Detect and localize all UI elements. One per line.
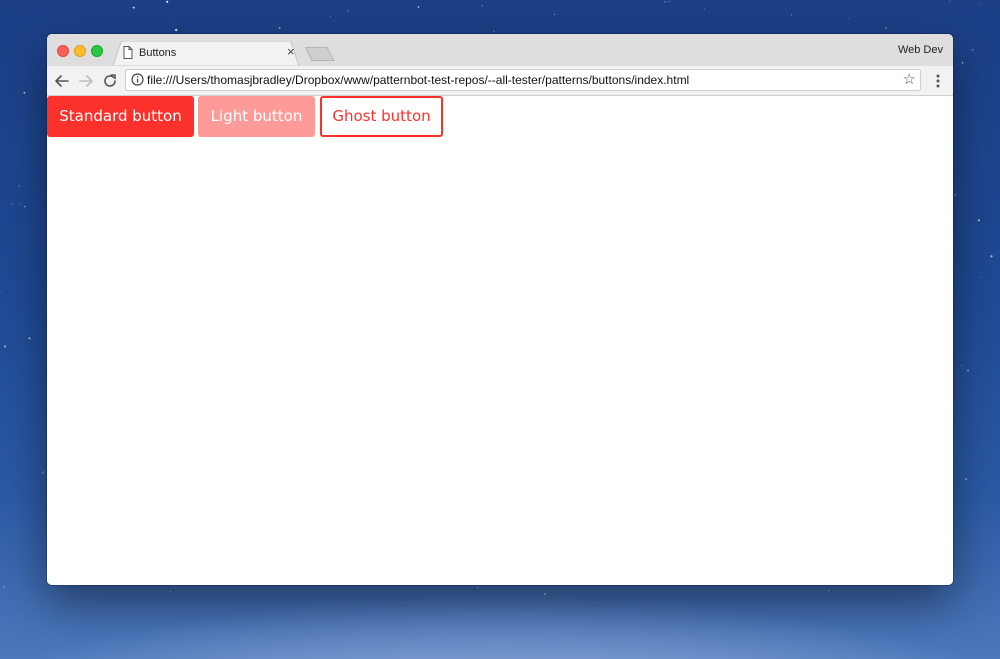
star bbox=[972, 170, 973, 172]
star bbox=[949, 0, 951, 2]
star bbox=[971, 48, 974, 51]
star bbox=[964, 478, 968, 481]
star bbox=[961, 364, 963, 367]
star bbox=[553, 13, 556, 16]
star bbox=[959, 308, 960, 310]
star bbox=[978, 2, 980, 4]
forward-arrow-icon[interactable] bbox=[77, 72, 95, 90]
star bbox=[2, 586, 5, 588]
star bbox=[42, 471, 45, 474]
star bbox=[28, 337, 31, 340]
info-icon[interactable] bbox=[131, 73, 144, 86]
star bbox=[990, 255, 993, 258]
star bbox=[12, 146, 14, 148]
star bbox=[954, 194, 956, 196]
star bbox=[166, 0, 169, 3]
star bbox=[0, 291, 1, 294]
star bbox=[977, 219, 980, 222]
star bbox=[704, 8, 705, 10]
bookmark-star-icon[interactable]: ☆ bbox=[903, 71, 916, 89]
new-tab-button[interactable] bbox=[305, 47, 335, 61]
star bbox=[827, 589, 830, 592]
window-close-button[interactable] bbox=[57, 45, 69, 57]
star bbox=[980, 276, 982, 278]
window-minimize-button[interactable] bbox=[74, 45, 86, 57]
light-button[interactable]: Light button bbox=[198, 96, 315, 137]
tab-title: Buttons bbox=[139, 47, 177, 59]
star bbox=[967, 535, 969, 537]
star bbox=[654, 4, 655, 5]
star bbox=[885, 27, 888, 30]
ghost-button[interactable]: Ghost button bbox=[320, 96, 443, 137]
toolbar: file:///Users/thomasjbradley/Dropbox/www… bbox=[47, 66, 953, 96]
star bbox=[175, 28, 178, 32]
star bbox=[23, 91, 26, 94]
star bbox=[19, 203, 21, 205]
page-icon bbox=[123, 46, 133, 59]
star bbox=[417, 6, 420, 8]
browser-window: Buttons × Web Dev file:///Users/thomasjb… bbox=[47, 34, 953, 585]
url-text[interactable]: file:///Users/thomasjbradley/Dropbox/www… bbox=[147, 73, 689, 87]
tab-buttons[interactable]: Buttons × bbox=[113, 41, 299, 66]
star bbox=[967, 369, 969, 372]
star bbox=[961, 62, 964, 64]
star bbox=[4, 345, 7, 348]
page-content: Standard button Light button Ghost butto… bbox=[47, 96, 953, 585]
star bbox=[132, 6, 135, 9]
star bbox=[849, 18, 851, 20]
back-arrow-icon[interactable] bbox=[53, 72, 71, 90]
star bbox=[18, 185, 21, 187]
star bbox=[976, 589, 978, 591]
address-bar[interactable]: file:///Users/thomasjbradley/Dropbox/www… bbox=[125, 69, 921, 91]
star bbox=[23, 205, 26, 208]
tab-strip: Buttons × Web Dev bbox=[47, 34, 953, 66]
star bbox=[278, 26, 281, 29]
standard-button[interactable]: Standard button bbox=[47, 96, 194, 137]
star bbox=[169, 590, 172, 593]
star bbox=[544, 593, 546, 595]
star bbox=[493, 30, 495, 32]
star bbox=[476, 586, 480, 589]
star bbox=[330, 16, 331, 17]
kebab-menu-icon[interactable] bbox=[931, 72, 945, 90]
star bbox=[664, 1, 666, 3]
star bbox=[10, 203, 13, 206]
star bbox=[294, 598, 295, 600]
star bbox=[168, 22, 170, 23]
reload-icon[interactable] bbox=[101, 72, 119, 90]
star bbox=[790, 13, 793, 16]
tab-close-icon[interactable]: × bbox=[287, 45, 295, 59]
star bbox=[974, 106, 976, 108]
window-maximize-button[interactable] bbox=[91, 45, 103, 57]
star bbox=[481, 5, 483, 7]
profile-label[interactable]: Web Dev bbox=[898, 44, 943, 56]
star bbox=[347, 10, 349, 12]
star bbox=[668, 1, 670, 3]
